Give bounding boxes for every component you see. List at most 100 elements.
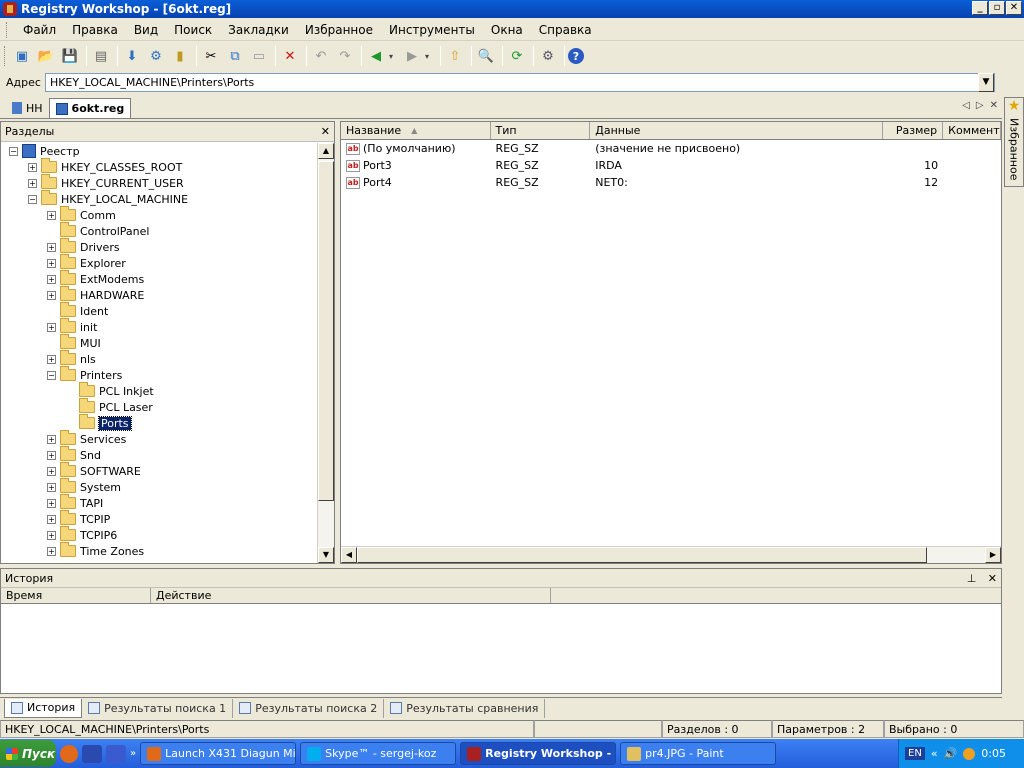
scroll-thumb[interactable]	[318, 161, 334, 501]
column-action[interactable]: Действие	[151, 588, 551, 603]
expand-icon[interactable]: +	[47, 354, 56, 364]
expand-icon[interactable]: +	[47, 530, 56, 540]
column-comment[interactable]: Коммента	[943, 122, 1001, 139]
expand-icon[interactable]: +	[47, 482, 56, 492]
favorites-side-tab[interactable]: ★ Избранное	[1004, 97, 1024, 187]
tree-node[interactable]: + HKEY_CURRENT_USER	[1, 174, 318, 191]
history-close-icon[interactable]: ✕	[988, 572, 997, 585]
export-icon[interactable]: ⬇	[121, 45, 143, 67]
expand-icon[interactable]: +	[47, 290, 56, 300]
tree-node[interactable]: MUI	[1, 334, 318, 351]
tab-close-icon[interactable]: ✕	[990, 100, 998, 111]
battery-icon[interactable]: ▮	[169, 45, 191, 67]
tree-node[interactable]: + SOFTWARE	[1, 462, 318, 479]
menu-favorites[interactable]: Избранное	[297, 23, 381, 37]
connect-registry-icon[interactable]: ▣	[11, 45, 33, 67]
save-quicklaunch-icon[interactable]	[106, 744, 126, 763]
tab-search-results-1[interactable]: Результаты поиска 1	[82, 698, 234, 718]
menu-help[interactable]: Справка	[531, 23, 600, 37]
scroll-track[interactable]	[927, 547, 985, 563]
tab-6okt-reg[interactable]: 6okt.reg	[48, 98, 132, 118]
value-row[interactable]: ab Port4 REG_SZ NET0: 12	[341, 174, 1001, 191]
address-input[interactable]: HKEY_LOCAL_MACHINE\Printers\Ports	[44, 72, 995, 92]
expand-icon[interactable]: +	[47, 242, 56, 252]
menu-windows[interactable]: Окна	[483, 23, 531, 37]
collapse-icon[interactable]: −	[28, 194, 37, 204]
save-icon[interactable]: 💾	[59, 45, 81, 67]
tab-scroll-left-icon[interactable]: ◁	[962, 100, 970, 111]
column-size[interactable]: Размер	[883, 122, 944, 139]
expand-icon[interactable]: +	[47, 210, 56, 220]
tree-node[interactable]: + Explorer	[1, 254, 318, 271]
tab-history[interactable]: История	[4, 698, 83, 718]
tab-scroll-right-icon[interactable]: ▷	[976, 100, 984, 111]
open-icon[interactable]: 📂	[35, 45, 57, 67]
expand-icon[interactable]: +	[47, 322, 56, 332]
network-icon[interactable]: ⚙	[145, 45, 167, 67]
tab-hh[interactable]: HH	[6, 98, 49, 118]
taskbar-task[interactable]: Skype™ - sergej-koz	[300, 742, 457, 765]
expand-icon[interactable]: +	[47, 466, 56, 476]
tree-node[interactable]: Ident	[1, 302, 318, 319]
column-name[interactable]: Название ▲	[341, 122, 491, 139]
back-dropdown-icon[interactable]: ▾	[389, 52, 397, 61]
menu-tools[interactable]: Инструменты	[381, 23, 483, 37]
tree-node[interactable]: + Snd	[1, 446, 318, 463]
find-icon[interactable]: 🔍	[475, 45, 497, 67]
tree-node[interactable]: PCL Inkjet	[1, 382, 318, 399]
up-level-icon[interactable]: ⇧	[444, 45, 466, 67]
expand-icon[interactable]: +	[47, 514, 56, 524]
tree-node[interactable]: − Printers	[1, 366, 318, 383]
tree-node[interactable]: + Services	[1, 430, 318, 447]
menu-bookmarks[interactable]: Закладки	[220, 23, 297, 37]
menu-edit[interactable]: Правка	[64, 23, 126, 37]
scroll-down-icon[interactable]: ▼	[318, 547, 334, 563]
taskbar-task[interactable]: Registry Workshop - ...	[460, 742, 617, 765]
print-icon[interactable]: ▤	[90, 45, 112, 67]
collapse-icon[interactable]: −	[47, 370, 56, 380]
refresh-icon[interactable]: ⟳	[506, 45, 528, 67]
maximize-button[interactable]: ▫	[989, 1, 1005, 15]
undo-icon[interactable]: ↶	[310, 45, 332, 67]
address-dropdown-icon[interactable]: ▼	[977, 72, 994, 92]
expand-icon[interactable]: +	[47, 450, 56, 460]
column-data[interactable]: Данные	[590, 122, 884, 139]
scroll-up-icon[interactable]: ▲	[318, 143, 334, 159]
tree-node[interactable]: + HKEY_CLASSES_ROOT	[1, 158, 318, 175]
tree-node[interactable]: Ports	[1, 414, 318, 431]
tab-compare-results[interactable]: Результаты сравнения	[384, 698, 546, 718]
tree-node[interactable]: + TCPIP	[1, 510, 318, 527]
settings-icon[interactable]: ⚙	[537, 45, 559, 67]
menu-search[interactable]: Поиск	[166, 23, 220, 37]
taskbar-task[interactable]: Launch X431 Diagun Mini...	[140, 742, 297, 765]
taskbar-task[interactable]: pr4.JPG - Paint	[620, 742, 777, 765]
tree-node[interactable]: + TCPIP6	[1, 526, 318, 543]
value-row[interactable]: ab (По умолчанию) REG_SZ (значение не присв…	[341, 140, 1001, 157]
tree-node[interactable]: ControlPanel	[1, 222, 318, 239]
tree-node[interactable]: PCL Laser	[1, 398, 318, 415]
firefox-icon[interactable]	[60, 744, 78, 763]
tree-vertical-scrollbar[interactable]: ▲ ▼	[317, 143, 334, 563]
keys-panel-close-icon[interactable]: ✕	[321, 125, 330, 138]
forward-dropdown-icon[interactable]: ▾	[425, 52, 433, 61]
tree-node[interactable]: + Comm	[1, 206, 318, 223]
tree-node[interactable]: + ExtModems	[1, 270, 318, 287]
language-indicator[interactable]: EN	[905, 747, 925, 760]
column-time[interactable]: Время	[1, 588, 151, 603]
redo-icon[interactable]: ↷	[334, 45, 356, 67]
tree-node[interactable]: + Time Zones	[1, 542, 318, 559]
tray-expand-icon[interactable]: «	[931, 747, 938, 760]
expand-icon[interactable]: +	[28, 178, 37, 188]
values-horizontal-scrollbar[interactable]: ◀ ▶	[341, 546, 1001, 563]
menu-grip[interactable]	[6, 21, 9, 38]
back-icon[interactable]: ◀	[365, 45, 387, 67]
tree-node[interactable]: + init	[1, 318, 318, 335]
expand-icon[interactable]: +	[28, 162, 37, 172]
tree-node[interactable]: − HKEY_LOCAL_MACHINE	[1, 190, 318, 207]
expand-icon[interactable]: +	[47, 434, 56, 444]
tree-node[interactable]: + nls	[1, 350, 318, 367]
pin-icon[interactable]: ⊥	[967, 572, 977, 585]
scroll-thumb[interactable]	[357, 547, 927, 563]
expand-icon[interactable]: +	[47, 274, 56, 284]
close-button[interactable]: ✕	[1006, 1, 1022, 15]
